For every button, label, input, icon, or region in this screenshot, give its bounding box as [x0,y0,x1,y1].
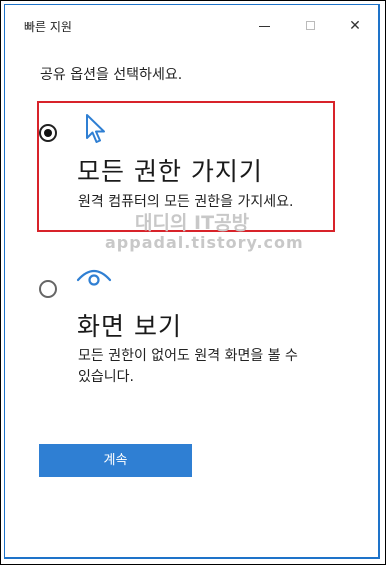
option-view-screen-title: 화면 보기 [77,312,182,341]
radio-view-screen[interactable] [39,280,57,298]
window-title: 빠른 지원 [24,20,72,34]
minimize-icon [259,26,270,27]
share-prompt: 공유 옵션을 선택하세요. [40,67,183,83]
quick-assist-window: 빠른 지원 ✕ 공유 옵션을 선택하세요. 모든 권한 가지기 원격 컴퓨터의 … [4,4,380,559]
minimize-button[interactable] [253,14,277,38]
maximize-icon [306,21,315,30]
close-button[interactable]: ✕ [343,14,367,38]
screenshot-frame: 빠른 지원 ✕ 공유 옵션을 선택하세요. 모든 권한 가지기 원격 컴퓨터의 … [0,0,386,565]
option-view-screen-description-line1: 모든 권한이 없어도 원격 화면을 볼 수 [78,348,298,364]
close-icon: ✕ [349,18,361,34]
watermark-line2: appadal.tistory.com [105,233,304,252]
maximize-button[interactable] [299,14,323,38]
continue-button[interactable]: 계속 [39,444,192,477]
watermark-line1: 대디의 IT공방 [135,212,250,234]
option-view-screen-description-line2: 있습니다. [78,369,134,385]
eye-icon [76,269,112,286]
title-bar: 빠른 지원 ✕ [5,5,378,45]
